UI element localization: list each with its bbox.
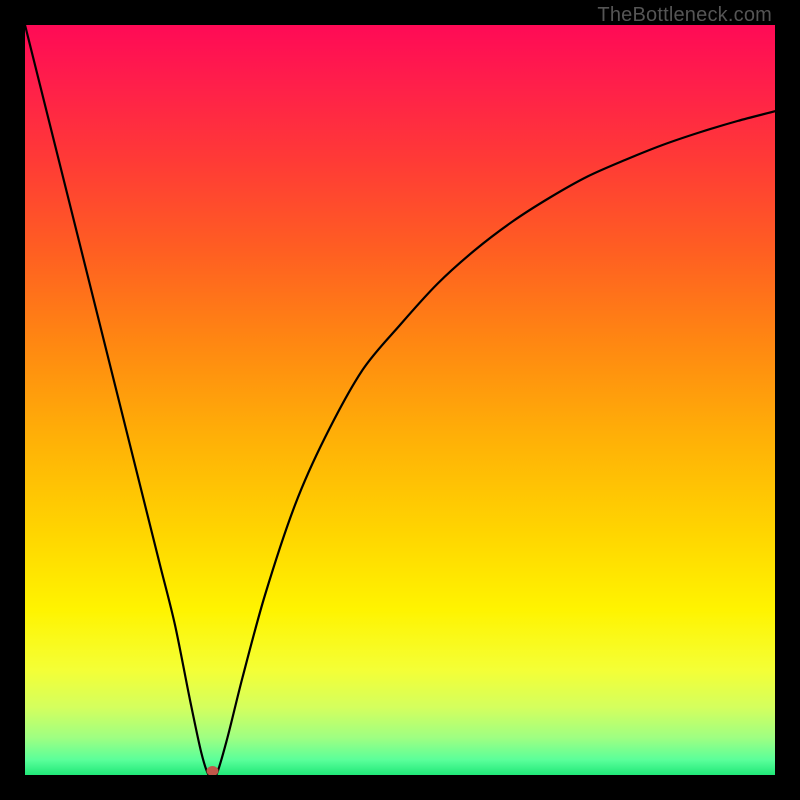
min-marker [207,766,219,775]
watermark: TheBottleneck.com [597,4,772,27]
bottleneck-curve [25,25,775,775]
chart-frame: TheBottleneck.com [0,0,800,800]
plot-area [25,25,775,775]
